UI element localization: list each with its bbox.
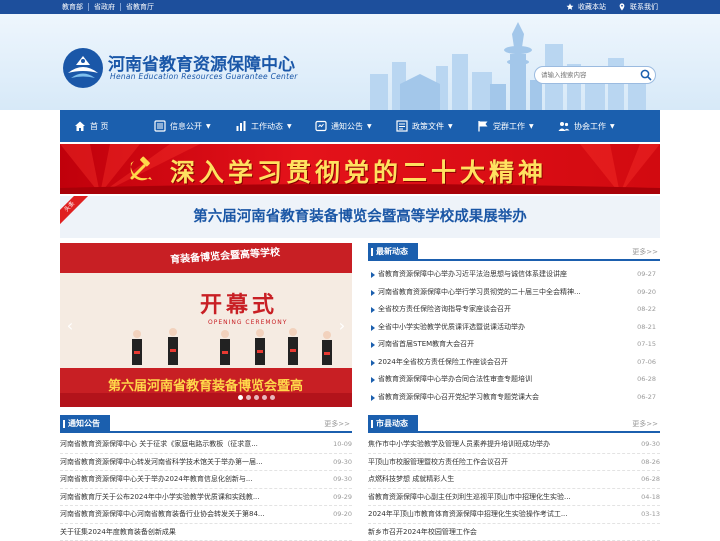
location-icon [618, 3, 626, 11]
search-box [534, 66, 656, 84]
list-item[interactable]: 全省中小学实验教学优质课评选暨说课活动举办08-21 [370, 319, 656, 337]
nav-item-work-news[interactable]: 工作动态 ▼ [235, 110, 292, 142]
star-icon [566, 3, 574, 11]
banner-slogan: 深入学习贯彻党的二十大精神 [170, 153, 547, 189]
favorite-link[interactable]: 收藏本站 [578, 2, 606, 12]
headline-tag-label: 头条 [60, 196, 89, 226]
site-subtitle: Henan Education Resources Guarantee Cent… [110, 72, 298, 81]
headline-section: 第六届河南省教育装备博览会暨高等学校成果展举办 头条 [60, 196, 660, 238]
top-links: 教育部 省政府 省教育厅 [62, 0, 159, 14]
people-icon [558, 120, 570, 132]
news-list: 省教育资源保障中心举办习近平法治思想与诚信体系建设讲座09-27 河南省教育资源… [370, 266, 656, 406]
notices-list: 河南省教育资源保障中心 关于征求《家庭电路示教板（征求意...10-09 河南省… [60, 436, 352, 541]
chevron-down-icon: ▼ [367, 123, 372, 130]
slider-sign-text: 开幕式 [200, 287, 278, 319]
notices-panel-header: 通知公告 更多>> [60, 415, 352, 433]
chevron-down-icon: ▼ [529, 123, 534, 130]
nav-item-party[interactable]: 党群工作 ▼ [477, 110, 534, 142]
nav-label: 首 页 [90, 121, 109, 132]
top-bar: 教育部 省政府 省教育厅 收藏本站 联系我们 [0, 0, 720, 14]
top-actions: 收藏本站 联系我们 [566, 0, 658, 14]
nav-item-notices[interactable]: 通知公告 ▼ [315, 110, 372, 142]
chevron-down-icon: ▼ [448, 123, 453, 130]
slider-prev-button[interactable]: ‹ [64, 316, 76, 335]
chevron-down-icon: ▼ [206, 123, 211, 130]
notice-icon [315, 120, 327, 132]
counties-panel-title[interactable]: 市县动态 [368, 415, 418, 433]
chevron-down-icon: ▼ [287, 123, 292, 130]
flag-icon [477, 120, 489, 132]
list-item[interactable]: 省教育资源保障中心副主任刘利生巡视平顶山市中招理化生实验...04-18 [368, 489, 660, 507]
search-input[interactable] [541, 69, 637, 81]
chevron-down-icon: ▼ [610, 123, 615, 130]
nav-label: 信息公开 [170, 121, 202, 132]
list-item[interactable]: 省教育资源保障中心召开党纪学习教育专题党课大会06-27 [370, 389, 656, 407]
slider-dot[interactable] [246, 395, 251, 400]
list-item[interactable]: 焦作市中小学实验教学及管理人员素养提升培训班成功举办09-30 [368, 436, 660, 454]
list-item[interactable]: 河南省教育资源保障中心关于举办2024年教育信息化创新与...09-30 [60, 471, 352, 489]
news-more-link[interactable]: 更多>> [632, 247, 658, 257]
document-icon [396, 120, 408, 132]
hammer-sickle-icon [126, 154, 156, 184]
list-item[interactable]: 2024年全省校方责任保险工作座谈会召开07-06 [370, 354, 656, 372]
nav-item-info-public[interactable]: 信息公开 ▼ [154, 110, 211, 142]
theme-banner[interactable]: 深入学习贯彻党的二十大精神 [60, 144, 660, 194]
search-icon[interactable] [640, 69, 652, 81]
bar-chart-icon [235, 120, 247, 132]
slider-next-button[interactable]: › [336, 316, 348, 335]
news-panel-header: 最新动态 更多>> [368, 243, 660, 261]
site-logo [62, 47, 104, 89]
list-item[interactable]: 河南省首届STEM教育大会召开07-15 [370, 336, 656, 354]
nav-label: 通知公告 [331, 121, 363, 132]
list-item[interactable]: 河南省教育资源保障中心举行学习贯彻党的二十届三中全会精神...09-20 [370, 284, 656, 302]
nav-item-policy[interactable]: 政策文件 ▼ [396, 110, 453, 142]
list-item[interactable]: 2024年平顶山市教育体育资源保障中招理化生实验操作考试工...03-13 [368, 506, 660, 524]
list-item[interactable]: 新乡市召开2024年校园管理工作会 [368, 524, 660, 541]
nav-item-home[interactable]: 首 页 [74, 110, 109, 142]
top-link-edu-dept[interactable]: 省教育厅 [120, 3, 159, 11]
counties-list: 焦作市中小学实验教学及管理人员素养提升培训班成功举办09-30 平顶山市校服管理… [368, 436, 660, 541]
nav-item-association[interactable]: 协会工作 ▼ [558, 110, 615, 142]
list-item[interactable]: 河南省教育资源保障中心转发河南省科学技术馆关于举办第一届...09-30 [60, 454, 352, 472]
home-icon [74, 120, 86, 132]
slider-sign-sub: OPENING CEREMONY [208, 319, 287, 326]
slider-backdrop-text: 第六届河南省教育装备博览会暨高 [108, 375, 303, 394]
headline-tag: 头条 [60, 196, 90, 226]
list-item[interactable]: 关于征集2024年度教育装备创新成果 [60, 524, 352, 541]
headline-title[interactable]: 第六届河南省教育装备博览会暨高等学校成果展举办 [60, 196, 660, 238]
notices-panel-title[interactable]: 通知公告 [60, 415, 110, 433]
nav-label: 政策文件 [412, 121, 444, 132]
list-item[interactable]: 河南省教育资源保障中心河南省教育装备行业协会转发关于第84...09-20 [60, 506, 352, 524]
nav-label: 工作动态 [251, 121, 283, 132]
counties-more-link[interactable]: 更多>> [632, 419, 658, 429]
nav-label: 党群工作 [493, 121, 525, 132]
top-link-gov[interactable]: 省政府 [88, 3, 120, 11]
news-panel-title[interactable]: 最新动态 [368, 243, 418, 261]
slider-dots [238, 395, 275, 400]
list-item[interactable]: 点燃科技梦想 成就精彩人生06-28 [368, 471, 660, 489]
slider-dot[interactable] [262, 395, 267, 400]
slider-dot[interactable] [254, 395, 259, 400]
nav-label: 协会工作 [574, 121, 606, 132]
slider-dot[interactable] [270, 395, 275, 400]
list-item[interactable]: 平顶山市校服管理暨校方责任险工作会议召开08-26 [368, 454, 660, 472]
list-item[interactable]: 全省校方责任保险咨询指导专家座谈会召开08-22 [370, 301, 656, 319]
contact-link[interactable]: 联系我们 [630, 2, 658, 12]
notices-more-link[interactable]: 更多>> [324, 419, 350, 429]
top-link-moe[interactable]: 教育部 [62, 3, 88, 11]
list-item[interactable]: 省教育资源保障中心举办习近平法治思想与诚信体系建设讲座09-27 [370, 266, 656, 284]
list-item[interactable]: 省教育资源保障中心举办合同合法性审查专题培训06-28 [370, 371, 656, 389]
slider-dot[interactable] [238, 395, 243, 400]
list-item[interactable]: 河南省教育资源保障中心 关于征求《家庭电路示教板（征求意...10-09 [60, 436, 352, 454]
counties-panel-header: 市县动态 更多>> [368, 415, 660, 433]
list-item[interactable]: 河南省教育厅关于公布2024年中小学实验教学优质课和实践教...09-29 [60, 489, 352, 507]
photo-slider[interactable]: 育装备博览会暨高等学校 开幕式 OPENING CEREMONY 第六届河南省教… [60, 243, 352, 407]
site-header: 河南省教育资源保障中心 Henan Education Resources Gu… [0, 14, 720, 110]
list-icon [154, 120, 166, 132]
main-nav: 首 页 信息公开 ▼ 工作动态 ▼ 通知公告 ▼ 政策文件 ▼ 党群工作 ▼ 协… [60, 110, 660, 142]
city-skyline-graphic [360, 14, 720, 110]
